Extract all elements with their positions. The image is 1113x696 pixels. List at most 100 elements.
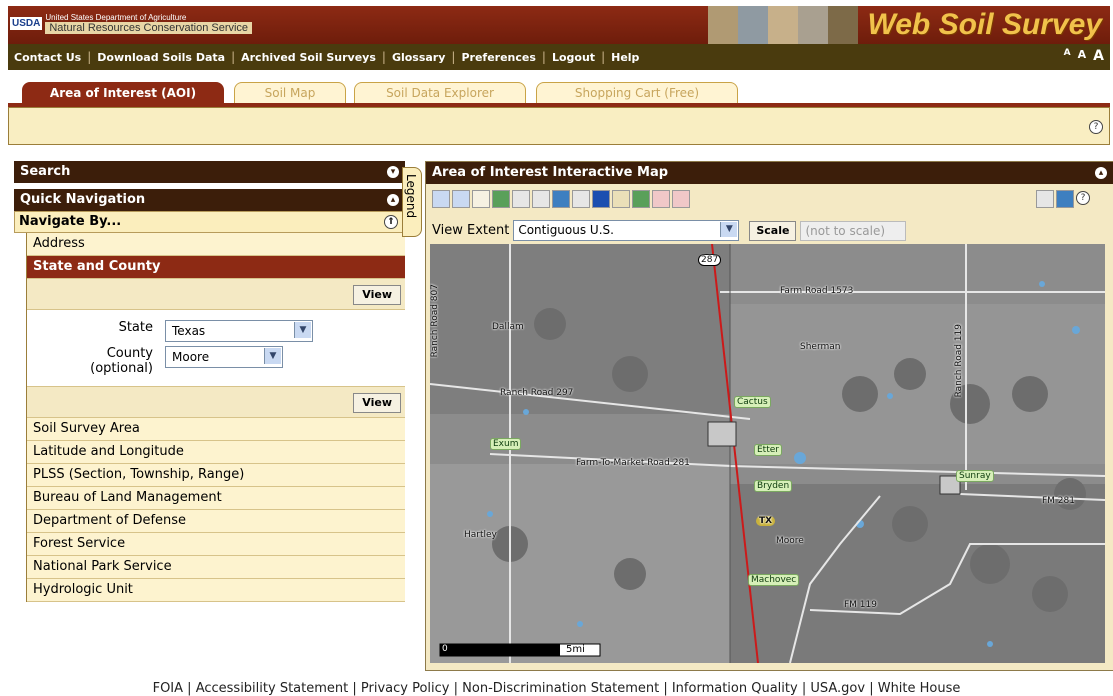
state-select[interactable]: Texas ▼ bbox=[165, 320, 313, 342]
aoi-properties-bar: ? bbox=[8, 107, 1110, 145]
tab-soil-data-explorer[interactable]: Soil Data Explorer bbox=[354, 82, 526, 103]
map-toolbar: ? bbox=[426, 184, 1113, 210]
label-hartley: Hartley bbox=[464, 530, 497, 540]
site-header: USDA United States Department of Agricul… bbox=[8, 6, 1110, 44]
view-bar-bottom: View bbox=[27, 387, 405, 418]
chevron-down-icon[interactable]: ▼ bbox=[720, 222, 738, 237]
footer-information-quality[interactable]: Information Quality bbox=[672, 681, 798, 696]
footer-white-house[interactable]: White House bbox=[878, 681, 961, 696]
next-extent-icon[interactable] bbox=[572, 190, 590, 208]
state-label: State bbox=[118, 320, 153, 335]
aoi-polygon-icon[interactable] bbox=[672, 190, 690, 208]
map-settings-icon[interactable] bbox=[1056, 190, 1074, 208]
view-button-bottom[interactable]: View bbox=[353, 393, 401, 413]
help-icon[interactable]: ? bbox=[1076, 191, 1090, 205]
nav-item-plss[interactable]: PLSS (Section, Township, Range) bbox=[27, 464, 405, 487]
town-etter[interactable]: Etter bbox=[754, 444, 782, 456]
county-select[interactable]: Moore ▼ bbox=[165, 346, 283, 368]
nav-item-dod[interactable]: Department of Defense bbox=[27, 510, 405, 533]
tab-shopping-cart[interactable]: Shopping Cart (Free) bbox=[536, 82, 738, 103]
expand-icon[interactable]: ▾ bbox=[387, 166, 399, 178]
nav-item-latitude-longitude[interactable]: Latitude and Longitude bbox=[27, 441, 405, 464]
legend-tab[interactable]: Legend bbox=[402, 167, 422, 237]
search-panel-header[interactable]: Search ▾ bbox=[14, 161, 405, 183]
chevron-down-icon[interactable]: ▼ bbox=[264, 348, 281, 364]
county-select-value: Moore bbox=[172, 350, 210, 364]
tab-soil-map[interactable]: Soil Map bbox=[234, 82, 346, 103]
font-size-controls: A A A bbox=[1062, 48, 1106, 64]
aoi-rectangle-icon[interactable] bbox=[652, 190, 670, 208]
agency-top: United States Department of Agriculture bbox=[45, 12, 187, 22]
view-extent-select[interactable]: Contiguous U.S. ▼ bbox=[513, 220, 740, 241]
zoom-to-selection-icon[interactable] bbox=[532, 190, 550, 208]
font-size-large[interactable]: A bbox=[1091, 48, 1106, 64]
nav-preferences[interactable]: Preferences bbox=[455, 51, 541, 64]
footer-usa-gov[interactable]: USA.gov bbox=[810, 681, 865, 696]
footer-privacy[interactable]: Privacy Policy bbox=[361, 681, 450, 696]
label-dallam: Dallam bbox=[492, 322, 524, 332]
nav-item-soil-survey-area[interactable]: Soil Survey Area bbox=[27, 418, 405, 441]
collapse-icon[interactable]: ▴ bbox=[387, 194, 399, 206]
town-bryden[interactable]: Bryden bbox=[754, 480, 793, 492]
full-extent-icon[interactable] bbox=[492, 190, 510, 208]
label-ranch-road-807: Ranch Road 807 bbox=[430, 284, 440, 358]
town-sunray[interactable]: Sunray bbox=[956, 470, 994, 482]
header-photos bbox=[708, 6, 858, 44]
zoom-in-icon[interactable] bbox=[432, 190, 450, 208]
scale-bar-fill bbox=[440, 644, 560, 656]
map-region-sw bbox=[430, 464, 730, 663]
nav-archived-soil-surveys[interactable]: Archived Soil Surveys bbox=[235, 51, 382, 64]
nav-help[interactable]: Help bbox=[605, 51, 645, 64]
brand-title: Web Soil Survey bbox=[867, 8, 1102, 41]
help-icon[interactable]: ? bbox=[1089, 120, 1103, 134]
pan-icon[interactable] bbox=[472, 190, 490, 208]
town-exum[interactable]: Exum bbox=[490, 438, 522, 450]
route-287-shield: 287 bbox=[698, 254, 722, 266]
clear-aoi-icon[interactable] bbox=[632, 190, 650, 208]
nav-item-hydrologic-unit[interactable]: Hydrologic Unit bbox=[27, 579, 405, 602]
navigate-by-header[interactable]: Navigate By... ⇑ bbox=[14, 211, 405, 233]
state-select-value: Texas bbox=[172, 324, 206, 338]
zoom-out-icon[interactable] bbox=[452, 190, 470, 208]
font-size-small[interactable]: A bbox=[1062, 48, 1073, 64]
zoom-to-aoi-icon[interactable] bbox=[512, 190, 530, 208]
label-farm-road-1573: Farm Road 1573 bbox=[780, 286, 854, 296]
collapse-all-icon[interactable]: ⇑ bbox=[384, 215, 398, 229]
previous-extent-icon[interactable] bbox=[552, 190, 570, 208]
measure-icon[interactable] bbox=[612, 190, 630, 208]
scale-bar-label: 5mi bbox=[566, 644, 585, 655]
map-canvas[interactable]: 287 Farm Road 1573 Ranch Road 807 Dallam… bbox=[430, 244, 1105, 663]
chevron-down-icon[interactable]: ▼ bbox=[294, 322, 311, 338]
state-county-form: State Texas ▼ County (optional) Moore ▼ bbox=[27, 310, 405, 387]
info-icon[interactable] bbox=[592, 190, 610, 208]
font-size-medium[interactable]: A bbox=[1076, 48, 1089, 64]
navigate-by-title: Navigate By... bbox=[19, 214, 122, 229]
scale-select[interactable]: (not to scale) bbox=[800, 220, 907, 241]
tab-area-of-interest[interactable]: Area of Interest (AOI) bbox=[22, 82, 224, 103]
footer-accessibility[interactable]: Accessibility Statement bbox=[196, 681, 349, 696]
layers-icon[interactable] bbox=[1036, 190, 1054, 208]
nav-item-national-park-service[interactable]: National Park Service bbox=[27, 556, 405, 579]
town-machovec[interactable]: Machovec bbox=[748, 574, 800, 586]
nav-download-soils-data[interactable]: Download Soils Data bbox=[91, 51, 231, 64]
county-optional-text: (optional) bbox=[90, 361, 153, 376]
footer-foia[interactable]: FOIA bbox=[153, 681, 183, 696]
view-extent-value: Contiguous U.S. bbox=[518, 223, 614, 237]
nav-item-address[interactable]: Address bbox=[27, 233, 405, 256]
footer-non-discrimination[interactable]: Non-Discrimination Statement bbox=[462, 681, 659, 696]
nav-item-forest-service[interactable]: Forest Service bbox=[27, 533, 405, 556]
town-cactus[interactable]: Cactus bbox=[734, 396, 771, 408]
nav-item-blm[interactable]: Bureau of Land Management bbox=[27, 487, 405, 510]
collapse-icon[interactable]: ▴ bbox=[1095, 167, 1107, 179]
search-panel-title: Search bbox=[20, 164, 71, 179]
left-panel: Search ▾ Quick Navigation ▴ Navigate By.… bbox=[14, 161, 405, 602]
label-fm-281: FM 281 bbox=[1042, 496, 1075, 506]
nav-logout[interactable]: Logout bbox=[546, 51, 601, 64]
cactus-town-grid bbox=[707, 421, 737, 447]
view-button-top[interactable]: View bbox=[353, 285, 401, 305]
scale-button[interactable]: Scale bbox=[749, 220, 797, 241]
nav-contact-us[interactable]: Contact Us bbox=[8, 51, 87, 64]
nav-item-state-and-county[interactable]: State and County bbox=[27, 256, 405, 279]
nav-glossary[interactable]: Glossary bbox=[386, 51, 451, 64]
quick-navigation-header[interactable]: Quick Navigation ▴ bbox=[14, 189, 405, 211]
